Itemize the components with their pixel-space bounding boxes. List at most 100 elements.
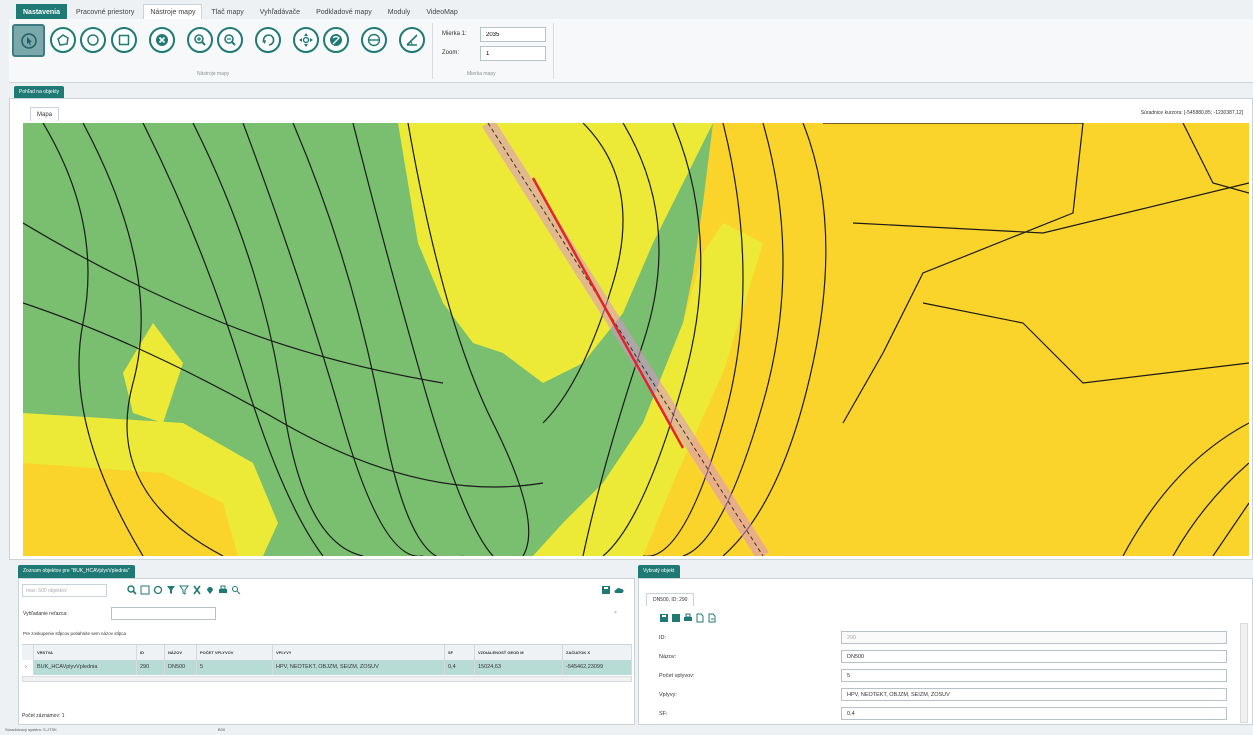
tab-videomap[interactable]: VideoMap bbox=[419, 4, 464, 19]
zoom-in-button[interactable] bbox=[187, 27, 213, 53]
tab-base-maps[interactable]: Podkladové mapy bbox=[309, 4, 379, 19]
full-extent-button[interactable] bbox=[323, 27, 349, 53]
col-header-start-x[interactable]: ZAČIATOK X bbox=[563, 645, 632, 660]
object-tab[interactable]: DN500, ID: 290 bbox=[646, 593, 695, 606]
circle-select-button[interactable] bbox=[80, 27, 106, 53]
selected-object-title: Vybratý objekt bbox=[638, 565, 680, 578]
excel-icon bbox=[193, 585, 201, 594]
map-tools-group-label: Nástroje mapy bbox=[197, 71, 230, 77]
objects-table: VRSTVA ID NÁZOV POČET VPLYVOV VPLYVY SF … bbox=[22, 644, 632, 682]
tab-map[interactable]: Mapa bbox=[30, 107, 60, 121]
zoom-in-icon bbox=[194, 34, 206, 46]
measure-angle-button[interactable] bbox=[399, 27, 425, 53]
field-label-id: ID: bbox=[659, 635, 667, 641]
cell-impacts: HPV, NEOTEKT, OBJZM, SEIZM, ZOSUV bbox=[273, 660, 445, 675]
scale-label: Mierka 1: bbox=[442, 31, 467, 37]
filter-icon bbox=[167, 585, 175, 594]
clear-selection-button[interactable] bbox=[149, 27, 175, 53]
cell-start-x: -545462,23099 bbox=[563, 660, 632, 675]
save-object-button[interactable] bbox=[659, 612, 669, 623]
document-export-button[interactable] bbox=[707, 612, 717, 623]
export-excel-button[interactable] bbox=[192, 584, 202, 595]
zoom-out-button[interactable] bbox=[217, 27, 243, 53]
pan-button[interactable] bbox=[293, 27, 319, 53]
field-value-sf[interactable]: 0,4 bbox=[841, 707, 1227, 720]
cell-impact-count: 5 bbox=[197, 660, 273, 675]
col-header-distance[interactable]: VZDIALENOSŤ GEOD M bbox=[475, 645, 563, 660]
save-icon bbox=[660, 613, 668, 622]
locate-button[interactable] bbox=[205, 584, 215, 595]
col-header-name[interactable]: NÁZOV bbox=[165, 645, 197, 660]
field-value-name[interactable]: DN500 bbox=[841, 650, 1227, 663]
pointer-tool-button[interactable] bbox=[12, 24, 45, 57]
tab-settings[interactable]: Nastavenia bbox=[16, 4, 67, 19]
rectangle-select-icon bbox=[118, 34, 130, 46]
rotate-button[interactable] bbox=[255, 27, 281, 53]
clear-selection-icon bbox=[156, 34, 168, 46]
rectangle-select-button[interactable] bbox=[111, 27, 137, 53]
field-value-impacts[interactable]: HPV, NEOTEKT, OBJZM, SEIZM, ZOSUV bbox=[841, 688, 1227, 701]
objects-view-tab[interactable]: Pohľad na objekty bbox=[14, 86, 65, 98]
tab-print-map[interactable]: Tlač mapy bbox=[204, 4, 250, 19]
zoom-input[interactable] bbox=[480, 46, 546, 61]
save-button[interactable] bbox=[601, 584, 611, 595]
search-input[interactable] bbox=[111, 607, 216, 620]
group-hint: Pre zoskupenie stĺpcov potiahnite sem ná… bbox=[23, 631, 127, 636]
col-header-layer[interactable]: VRSTVA bbox=[34, 645, 137, 660]
table-row[interactable]: › BUK_HCAVplyvVplednia 290 DN500 5 HPV, … bbox=[22, 660, 632, 675]
print-button[interactable] bbox=[218, 584, 228, 595]
cell-id: 290 bbox=[137, 660, 165, 675]
cell-name: DN500 bbox=[165, 660, 197, 675]
col-header-sf[interactable]: SF bbox=[445, 645, 475, 660]
document-export-icon bbox=[708, 613, 716, 622]
search-icon bbox=[127, 584, 137, 595]
polygon-select-button[interactable] bbox=[50, 27, 76, 53]
table-horizontal-scrollbar[interactable] bbox=[22, 676, 632, 682]
field-label-impacts: Vplyvy: bbox=[659, 692, 677, 698]
limit-select[interactable]: max. 500 objektov bbox=[22, 584, 107, 597]
measure-angle-icon bbox=[406, 34, 418, 46]
col-header-impacts[interactable]: VPLYVY bbox=[273, 645, 445, 660]
filter-clear-button[interactable] bbox=[179, 584, 189, 595]
status-scale: B00 bbox=[217, 727, 226, 732]
document-button[interactable] bbox=[695, 612, 705, 623]
select-all-button[interactable] bbox=[140, 584, 150, 595]
measure-distance-button[interactable] bbox=[361, 27, 387, 53]
scale-input[interactable] bbox=[480, 27, 546, 42]
select-all-icon bbox=[140, 585, 150, 594]
tab-workspaces[interactable]: Pracovné priestory bbox=[69, 4, 141, 19]
print-object-button[interactable] bbox=[683, 612, 693, 623]
pan-icon bbox=[299, 33, 313, 47]
field-value-impact-count[interactable]: 5 bbox=[841, 669, 1227, 682]
print-icon bbox=[219, 585, 227, 593]
row-indicator-header bbox=[22, 645, 34, 660]
cell-sf: 0,4 bbox=[445, 660, 475, 675]
status-text: Súradnicový systém: S-JTSK bbox=[5, 727, 57, 732]
search-button[interactable] bbox=[127, 584, 137, 595]
tab-search[interactable]: Vyhľadávače bbox=[253, 4, 307, 19]
full-extent-icon bbox=[330, 34, 342, 46]
save-as-button[interactable] bbox=[671, 612, 681, 623]
field-label-impact-count: Počet vplyvov: bbox=[659, 673, 695, 679]
field-value-id: 290 bbox=[841, 631, 1227, 644]
cloud-button[interactable] bbox=[614, 584, 624, 595]
field-label-name: Názov: bbox=[659, 654, 677, 660]
polygon-select-icon bbox=[57, 34, 69, 46]
tab-modules[interactable]: Moduly bbox=[381, 4, 418, 19]
zoom-label: Zoom: bbox=[442, 50, 460, 56]
map-canvas[interactable] bbox=[23, 123, 1249, 556]
gis-application: Nastavenia Pracovné priestory Nástroje m… bbox=[0, 0, 1253, 735]
zoom-to-button[interactable] bbox=[231, 584, 241, 595]
ribbon-toolbar: Nástroje mapy Mierka 1: Zoom: Mierka map… bbox=[9, 19, 1253, 83]
ribbon-tabs: Nastavenia Pracovné priestory Nástroje m… bbox=[16, 4, 465, 19]
object-list-panel: max. 500 objektov Vyhľadanie reťazca: × … bbox=[18, 578, 635, 725]
col-header-impact-count[interactable]: POČET VPLYVOV bbox=[197, 645, 273, 660]
tab-map-tools[interactable]: Nástroje mapy bbox=[143, 4, 203, 19]
details-scrollbar[interactable] bbox=[1240, 623, 1248, 723]
clear-search-icon[interactable]: × bbox=[614, 610, 617, 616]
filter-button[interactable] bbox=[166, 584, 176, 595]
invert-selection-button[interactable] bbox=[153, 584, 163, 595]
group-divider bbox=[553, 23, 554, 79]
col-header-id[interactable]: ID bbox=[137, 645, 165, 660]
scale-group-label: Mierka mapy bbox=[467, 71, 496, 77]
